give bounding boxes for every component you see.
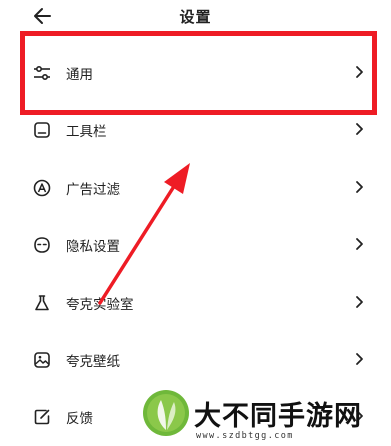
privacy-mask-icon — [34, 237, 50, 253]
chevron-right-icon — [356, 295, 363, 308]
settings-item-wallpaper[interactable]: 夸克壁纸 — [0, 332, 391, 389]
watermark-url: www.szdbtgg.com — [196, 431, 294, 441]
settings-item-toolbar[interactable]: 工具栏 — [0, 102, 391, 159]
sliders-icon — [34, 65, 50, 81]
settings-item-lab[interactable]: 夸克实验室 — [0, 275, 391, 332]
settings-item-ad-filter[interactable]: 广告过滤 — [0, 160, 391, 217]
ad-filter-icon — [33, 179, 51, 197]
settings-list: 通用 工具栏 广告过滤 隐私设置 夸克实验室 夸克壁纸 反馈 — [0, 45, 391, 446]
watermark: 大不同手游网 www.szdbtgg.com — [138, 388, 391, 446]
flask-icon — [35, 294, 49, 310]
chevron-right-icon — [356, 66, 363, 78]
settings-item-label: 广告过滤 — [66, 181, 120, 198]
watermark-text: 大不同手游网 — [194, 401, 362, 432]
chevron-right-icon — [356, 353, 363, 365]
header-bar: 设置 — [0, 0, 391, 34]
chevron-right-icon — [356, 238, 363, 251]
watermark-logo-icon — [143, 390, 189, 436]
settings-item-label: 夸克壁纸 — [66, 353, 120, 370]
settings-item-label: 夸克实验室 — [66, 296, 134, 313]
page-title: 设置 — [179, 8, 212, 26]
settings-item-privacy[interactable]: 隐私设置 — [0, 217, 391, 274]
settings-item-label: 反馈 — [66, 411, 93, 428]
chevron-right-icon — [356, 123, 363, 136]
chevron-right-icon — [356, 180, 363, 193]
toolbar-icon — [34, 122, 50, 139]
wallpaper-icon — [34, 352, 50, 368]
settings-item-label: 通用 — [66, 67, 93, 83]
settings-item-label: 隐私设置 — [66, 239, 120, 256]
settings-item-label: 工具栏 — [66, 124, 107, 141]
settings-item-general[interactable]: 通用 — [0, 45, 391, 102]
feedback-edit-icon — [34, 410, 50, 425]
